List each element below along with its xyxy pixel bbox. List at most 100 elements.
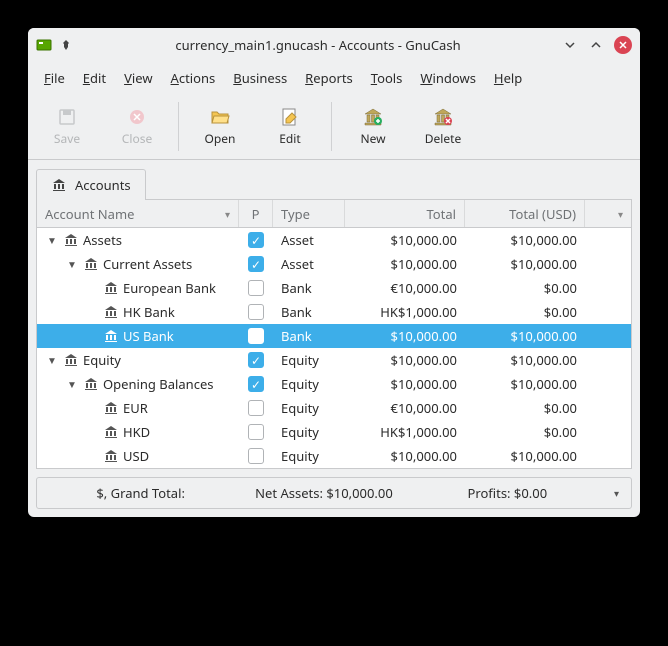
- tab-accounts[interactable]: Accounts: [36, 169, 146, 200]
- table-body: ▼Assets✓Asset$10,000.00$10,000.00▼Curren…: [37, 228, 631, 468]
- menu-file[interactable]: File: [36, 66, 73, 90]
- account-row[interactable]: HKDEquityHK$1,000.00$0.00: [37, 420, 631, 444]
- account-type: Equity: [273, 351, 345, 369]
- account-total-usd: $0.00: [465, 303, 585, 321]
- account-icon: [83, 376, 99, 392]
- account-row[interactable]: EUREquity€10,000.00$0.00: [37, 396, 631, 420]
- header-total-usd[interactable]: Total (USD): [465, 200, 585, 227]
- account-total-usd: $10,000.00: [465, 375, 585, 393]
- toolbar: SaveCloseOpenEdit New Delete: [28, 94, 640, 160]
- placeholder-checkbox[interactable]: ✓: [248, 232, 264, 248]
- menu-tools[interactable]: Tools: [363, 66, 411, 90]
- chevron-down-icon: ▾: [618, 207, 623, 221]
- account-row[interactable]: ▼Assets✓Asset$10,000.00$10,000.00: [37, 228, 631, 252]
- placeholder-checkbox[interactable]: ✓: [248, 352, 264, 368]
- account-total: $10,000.00: [345, 231, 465, 249]
- close-button[interactable]: [614, 36, 632, 54]
- account-name: Opening Balances: [103, 375, 214, 393]
- minimize-button[interactable]: [562, 37, 578, 53]
- net-assets: Net Assets: $10,000.00: [232, 484, 415, 502]
- account-name: Equity: [83, 351, 121, 369]
- header-account-name[interactable]: Account Name▾: [37, 200, 239, 227]
- account-icon: [103, 400, 119, 416]
- titlebar[interactable]: currency_main1.gnucash - Accounts - GnuC…: [28, 28, 640, 62]
- menu-help[interactable]: Help: [486, 66, 530, 90]
- account-name: HKD: [123, 423, 150, 441]
- toolbar-save-button: Save: [32, 100, 102, 153]
- menu-reports[interactable]: Reports: [297, 66, 361, 90]
- placeholder-checkbox[interactable]: [248, 424, 264, 440]
- account-total-usd: $10,000.00: [465, 255, 585, 273]
- close-icon: [126, 106, 148, 128]
- app-window: currency_main1.gnucash - Accounts - GnuC…: [28, 28, 640, 517]
- expand-arrow-icon[interactable]: ▼: [45, 233, 59, 247]
- toolbar-edit-button[interactable]: Edit: [255, 100, 325, 153]
- account-row[interactable]: ▼Current Assets✓Asset$10,000.00$10,000.0…: [37, 252, 631, 276]
- header-type[interactable]: Type: [273, 200, 345, 227]
- bank-icon: [51, 177, 67, 193]
- menu-windows[interactable]: Windows: [412, 66, 484, 90]
- placeholder-checkbox[interactable]: [248, 400, 264, 416]
- toolbar-new-button[interactable]: New: [338, 100, 408, 153]
- account-name: USD: [123, 447, 149, 465]
- toolbar-label: New: [360, 130, 385, 147]
- menu-edit[interactable]: Edit: [75, 66, 114, 90]
- account-icon: [103, 328, 119, 344]
- account-type: Equity: [273, 447, 345, 465]
- maximize-button[interactable]: [588, 37, 604, 53]
- account-total-usd: $0.00: [465, 423, 585, 441]
- account-total: €10,000.00: [345, 279, 465, 297]
- placeholder-checkbox[interactable]: ✓: [248, 376, 264, 392]
- placeholder-checkbox[interactable]: [248, 448, 264, 464]
- sort-desc-icon: ▾: [225, 207, 230, 221]
- account-total: $10,000.00: [345, 375, 465, 393]
- menubar: FileEditViewActionsBusinessReportsToolsW…: [28, 62, 640, 94]
- account-total: $10,000.00: [345, 351, 465, 369]
- placeholder-checkbox[interactable]: ✓: [248, 256, 264, 272]
- menu-actions[interactable]: Actions: [163, 66, 224, 90]
- account-total-usd: $0.00: [465, 279, 585, 297]
- toolbar-open-button[interactable]: Open: [185, 100, 255, 153]
- menu-view[interactable]: View: [116, 66, 160, 90]
- placeholder-checkbox[interactable]: [248, 328, 264, 344]
- account-icon: [63, 352, 79, 368]
- account-row[interactable]: European BankBank€10,000.00$0.00: [37, 276, 631, 300]
- menu-business[interactable]: Business: [225, 66, 295, 90]
- profits: Profits: $0.00: [416, 484, 599, 502]
- account-type: Equity: [273, 423, 345, 441]
- toolbar-close-button: Close: [102, 100, 172, 153]
- toolbar-delete-button[interactable]: Delete: [408, 100, 478, 153]
- account-type: Asset: [273, 231, 345, 249]
- app-icon: [36, 37, 52, 53]
- account-total: $10,000.00: [345, 447, 465, 465]
- account-icon: [103, 424, 119, 440]
- account-type: Equity: [273, 399, 345, 417]
- account-row[interactable]: ▼Opening Balances✓Equity$10,000.00$10,00…: [37, 372, 631, 396]
- account-total-usd: $10,000.00: [465, 351, 585, 369]
- summary-dropdown-icon[interactable]: ▾: [599, 486, 619, 500]
- tab-label: Accounts: [75, 176, 131, 194]
- account-row[interactable]: HK BankBankHK$1,000.00$0.00: [37, 300, 631, 324]
- placeholder-checkbox[interactable]: [248, 304, 264, 320]
- toolbar-separator: [331, 102, 332, 151]
- expand-arrow-icon[interactable]: ▼: [65, 377, 79, 391]
- account-row[interactable]: ▼Equity✓Equity$10,000.00$10,000.00: [37, 348, 631, 372]
- account-name: European Bank: [123, 279, 216, 297]
- window-title: currency_main1.gnucash - Accounts - GnuC…: [74, 36, 562, 54]
- toolbar-separator: [178, 102, 179, 151]
- account-row[interactable]: US BankBank$10,000.00$10,000.00: [37, 324, 631, 348]
- account-total-usd: $10,000.00: [465, 447, 585, 465]
- header-extra[interactable]: ▾: [585, 200, 631, 227]
- header-placeholder[interactable]: P: [239, 200, 273, 227]
- account-icon: [83, 256, 99, 272]
- summary-bar[interactable]: $, Grand Total: Net Assets: $10,000.00 P…: [36, 477, 632, 509]
- expand-arrow-icon[interactable]: ▼: [45, 353, 59, 367]
- expand-arrow-icon[interactable]: ▼: [65, 257, 79, 271]
- pin-icon[interactable]: [58, 37, 74, 53]
- header-total[interactable]: Total: [345, 200, 465, 227]
- account-name: EUR: [123, 399, 148, 417]
- account-total: $10,000.00: [345, 255, 465, 273]
- account-name: HK Bank: [123, 303, 175, 321]
- placeholder-checkbox[interactable]: [248, 280, 264, 296]
- account-row[interactable]: USDEquity$10,000.00$10,000.00: [37, 444, 631, 468]
